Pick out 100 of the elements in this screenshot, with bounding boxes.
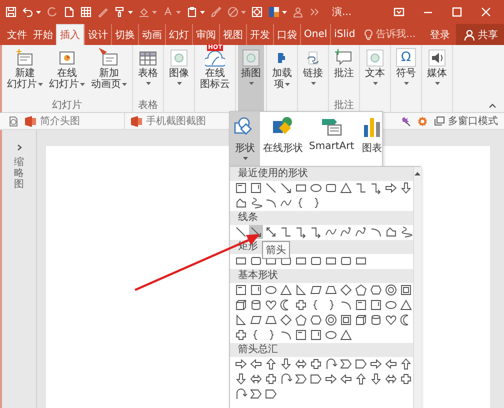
triangle-icon[interactable] [338,181,352,195]
right-triangle-icon[interactable] [294,283,308,297]
magic-wand-icon[interactable] [400,116,411,126]
ribbon-button[interactable]: 插图 [238,45,264,112]
tell-me-field[interactable]: 告诉我... [376,29,424,40]
parallelogram-icon[interactable] [308,283,322,297]
curved-arrow-icon[interactable] [338,225,352,239]
down-arrow-icon[interactable] [278,357,292,371]
down-arrow-icon[interactable] [368,372,382,386]
pentagon-arrow-icon[interactable] [354,357,368,371]
line-icon[interactable] [234,225,248,239]
ribbon-tab[interactable]: 插入 [56,24,84,45]
diamond-icon[interactable] [338,283,352,297]
vertical-text-box-icon[interactable] [368,298,382,312]
elbow-arrow-icon[interactable] [294,225,308,239]
ribbon-tab[interactable]: 文件 [4,24,30,45]
left-right-arrow-icon[interactable] [384,372,398,386]
undo-icon[interactable] [22,6,34,18]
ribbon-button[interactable]: 新加 动画页 [88,45,130,100]
ribbon-button[interactable]: 文本 [362,45,388,112]
sign-in-link[interactable]: 登录 [424,24,456,45]
ribbon-button[interactable]: 加载 项 [269,45,295,112]
curved-arrow-icon[interactable] [354,225,368,239]
ribbon-button[interactable]: 图像 [166,45,192,112]
arrow-line-icon[interactable] [278,181,292,195]
cross-icon[interactable] [264,372,278,386]
caret-icon[interactable] [200,10,205,14]
hexagon-icon[interactable] [308,313,322,327]
u-turn-arrow-icon[interactable] [324,357,338,371]
down-arrow-icon[interactable] [234,372,248,386]
heart-icon[interactable] [264,298,278,312]
cube-icon[interactable] [354,313,368,327]
left-right-arrow-icon[interactable] [248,372,262,386]
elbow-arrow-icon[interactable] [368,181,382,195]
pen-icon[interactable] [97,6,109,18]
donut-icon[interactable] [384,283,398,297]
color-grid-icon[interactable] [268,6,280,18]
right-arrow-icon[interactable] [324,372,338,386]
person-icon[interactable] [292,6,304,18]
ribbon-tab[interactable]: 开始 [30,24,56,45]
right-arrow-icon[interactable] [368,357,382,371]
frame-icon[interactable] [398,283,412,297]
u-turn-arrow-icon[interactable] [278,372,292,386]
font-color-icon[interactable] [162,6,174,18]
caret-icon[interactable] [282,10,287,14]
double-arrow-line-icon[interactable] [264,225,278,239]
cross-icon[interactable] [294,298,308,312]
up-arrow-icon[interactable] [354,372,368,386]
pentagon-icon[interactable] [294,313,308,327]
chevron-icon[interactable] [338,357,352,371]
caret-icon[interactable] [241,10,246,14]
vertical-text-box-icon[interactable] [248,181,262,195]
trapezoid-icon[interactable] [264,313,278,327]
vertical-text-box-icon[interactable] [308,328,322,342]
can-icon[interactable] [248,298,262,312]
pentagon-icon[interactable] [354,283,368,297]
cube-icon[interactable] [234,298,248,312]
parallelogram-icon[interactable] [248,313,262,327]
cross-icon[interactable] [398,372,412,386]
triangle-icon[interactable] [338,328,352,342]
up-arrow-icon[interactable] [264,357,278,371]
triangle-icon[interactable] [398,298,412,312]
text-box-icon[interactable] [234,181,248,195]
ribbon-button[interactable]: 表格 [135,45,161,100]
donut-icon[interactable] [324,313,338,327]
caret-icon[interactable] [152,10,157,14]
up-arrow-icon[interactable] [398,357,412,371]
multi-window-button[interactable]: 多窗口模式 [434,114,504,128]
ribbon-display-icon[interactable] [393,6,405,18]
grid-icon[interactable] [80,6,92,18]
menu-item[interactable]: SmartArt [306,112,358,166]
elbow-connector-icon[interactable] [278,225,292,239]
pentagon-arrow-icon[interactable] [308,372,322,386]
freeform-icon[interactable] [384,225,398,239]
left-right-arrow-icon[interactable] [294,357,308,371]
u-turn-arrow-icon[interactable] [234,387,248,401]
text-box-icon[interactable] [354,298,368,312]
vertical-text-box-icon[interactable] [248,283,262,297]
elbow-connector-icon[interactable] [354,181,368,195]
gear-icon[interactable] [417,116,428,126]
menu-item[interactable]: 图表 [357,112,388,166]
chevron-icon[interactable] [248,387,262,401]
no-entry-icon[interactable] [227,6,239,18]
cross-icon[interactable] [234,328,248,342]
document-tab[interactable]: 简介头图 [25,113,125,129]
menu-item[interactable]: 形状 [230,112,260,166]
ribbon-button[interactable]: 批注 [331,45,357,100]
can-icon[interactable] [368,313,382,327]
left-arrow-icon[interactable] [248,357,262,371]
diamond-icon[interactable] [278,313,292,327]
right-arrow-icon[interactable] [234,357,248,371]
right-triangle-icon[interactable] [234,313,248,327]
down-arrow-icon[interactable] [398,181,412,195]
paste-icon[interactable] [186,6,198,18]
left-arrow-icon[interactable] [338,372,352,386]
triangle-icon[interactable] [278,283,292,297]
scroll-up-icon[interactable] [414,171,421,176]
trapezoid-icon[interactable] [324,283,338,297]
document-icon[interactable] [8,116,19,126]
caret-icon[interactable] [36,10,41,14]
